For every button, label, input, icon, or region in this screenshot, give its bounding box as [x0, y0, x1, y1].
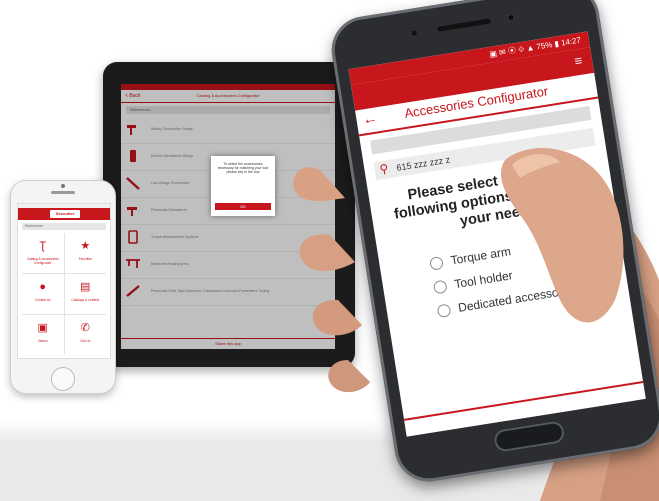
- search-input-value: 615 zzz zzz z: [395, 154, 451, 173]
- radio-button[interactable]: [436, 302, 452, 318]
- menu-icon[interactable]: ≡: [573, 53, 583, 69]
- options-radio-group: Torque arm Tool holder Dedicated accesso…: [428, 222, 629, 323]
- radio-button[interactable]: [428, 255, 444, 271]
- search-icon: ⚲: [378, 161, 390, 177]
- radio-button[interactable]: [432, 279, 448, 294]
